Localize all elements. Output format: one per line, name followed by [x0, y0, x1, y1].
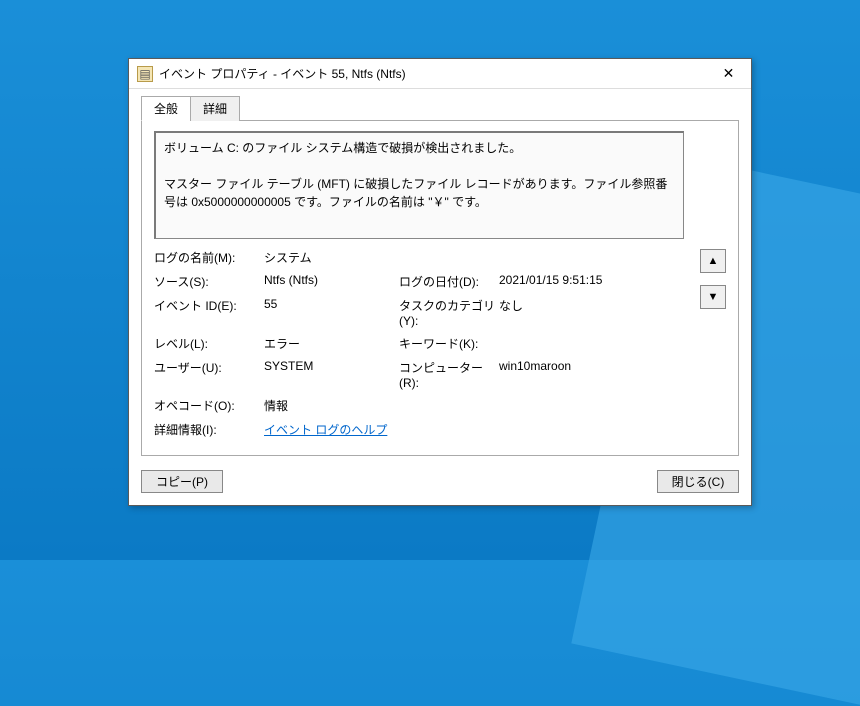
event-id-label: イベント ID(E):	[154, 297, 264, 328]
event-id-value: 55	[264, 297, 399, 328]
tab-general[interactable]: 全般	[141, 96, 191, 121]
event-properties-window: ▤ イベント プロパティ - イベント 55, Ntfs (Ntfs) ✕ 全般…	[128, 58, 752, 506]
level-value: エラー	[264, 335, 399, 352]
keywords-label: キーワード(K):	[399, 335, 499, 352]
description-line2: マスター ファイル テーブル (MFT) に破損したファイル レコードがあります…	[164, 175, 675, 211]
close-icon[interactable]: ✕	[706, 59, 751, 88]
moreinfo-label: 詳細情報(I):	[154, 421, 264, 438]
opcode-label: オペコード(O):	[154, 397, 264, 414]
log-name-label: ログの名前(M):	[154, 249, 264, 266]
copy-button[interactable]: コピー(P)	[141, 470, 223, 493]
user-value: SYSTEM	[264, 359, 399, 390]
arrow-up-icon[interactable]: ▲	[700, 249, 726, 273]
source-label: ソース(S):	[154, 273, 264, 290]
titlebar[interactable]: ▤ イベント プロパティ - イベント 55, Ntfs (Ntfs) ✕	[129, 59, 751, 89]
event-log-help-link[interactable]: イベント ログのヘルプ	[264, 423, 387, 437]
close-button[interactable]: 閉じる(C)	[657, 470, 739, 493]
tab-details[interactable]: 詳細	[190, 96, 240, 121]
user-label: ユーザー(U):	[154, 359, 264, 390]
dialog-buttons: コピー(P) 閉じる(C)	[129, 460, 751, 505]
log-name-value: システム	[264, 249, 399, 266]
computer-label: コンピューター(R):	[399, 359, 499, 390]
level-label: レベル(L):	[154, 335, 264, 352]
category-value: なし	[499, 297, 684, 328]
logged-label: ログの日付(D):	[399, 273, 499, 290]
properties-grid: ログの名前(M): システム ソース(S): Ntfs (Ntfs) ログの日付…	[154, 249, 684, 438]
tabpanel-general: ボリューム C: のファイル システム構造で破損が検出されました。 マスター フ…	[141, 121, 739, 456]
tab-strip: 全般 詳細	[141, 95, 739, 121]
app-icon: ▤	[137, 66, 153, 82]
computer-value: win10maroon	[499, 359, 684, 390]
nav-buttons: ▲ ▼	[700, 249, 726, 309]
logged-value: 2021/01/15 9:51:15	[499, 273, 684, 290]
category-label: タスクのカテゴリ(Y):	[399, 297, 499, 328]
source-value: Ntfs (Ntfs)	[264, 273, 399, 290]
content-area: 全般 詳細 ボリューム C: のファイル システム構造で破損が検出されました。 …	[129, 89, 751, 460]
window-title: イベント プロパティ - イベント 55, Ntfs (Ntfs)	[159, 65, 706, 82]
arrow-down-icon[interactable]: ▼	[700, 285, 726, 309]
opcode-value: 情報	[264, 397, 399, 414]
description-line1: ボリューム C: のファイル システム構造で破損が検出されました。	[164, 139, 675, 157]
event-description[interactable]: ボリューム C: のファイル システム構造で破損が検出されました。 マスター フ…	[154, 131, 684, 239]
keywords-value	[499, 335, 684, 352]
